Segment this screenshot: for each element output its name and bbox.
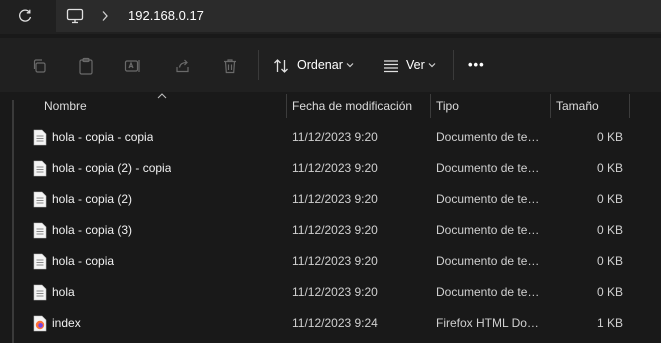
file-name[interactable]: hola - copia — [52, 254, 114, 268]
column-divider[interactable] — [629, 94, 630, 118]
file-row[interactable]: hola - copia (3) 11/12/2023 9:20 Documen… — [20, 215, 640, 246]
column-divider[interactable] — [430, 94, 431, 118]
file-name[interactable]: hola - copia (3) — [52, 223, 132, 237]
column-name[interactable]: Nombre — [44, 99, 87, 113]
file-row[interactable]: hola - copia - copia 11/12/2023 9:20 Doc… — [20, 122, 640, 153]
file-name[interactable]: hola — [52, 285, 75, 299]
file-type: Documento de texto — [436, 285, 542, 299]
file-row[interactable]: index 11/12/2023 9:24 Firefox HTML Docum… — [20, 308, 640, 339]
file-type: Documento de texto — [436, 223, 542, 237]
file-name[interactable]: hola - copia - copia — [52, 130, 153, 144]
file-size: 0 KB — [596, 161, 623, 175]
file-size: 0 KB — [596, 285, 623, 299]
column-type[interactable]: Tipo — [436, 99, 459, 113]
file-type: Documento de texto — [436, 130, 542, 144]
address-path[interactable]: 192.168.0.17 — [128, 8, 204, 23]
computer-icon[interactable] — [64, 6, 86, 26]
share-icon[interactable] — [172, 55, 194, 77]
file-date: 11/12/2023 9:20 — [292, 192, 378, 206]
file-type: Firefox HTML Document — [436, 316, 542, 330]
file-size: 0 KB — [596, 192, 623, 206]
chevron-right-icon[interactable] — [97, 6, 113, 26]
file-size: 1 KB — [596, 316, 623, 330]
copy-icon[interactable] — [28, 55, 50, 77]
view-button-label[interactable]: Ver — [406, 58, 425, 72]
column-divider[interactable] — [286, 94, 287, 118]
column-size[interactable]: Tamaño — [556, 99, 599, 113]
delete-icon[interactable] — [219, 55, 241, 77]
file-type: Documento de texto — [436, 254, 542, 268]
file-size: 0 KB — [596, 130, 623, 144]
file-size: 0 KB — [596, 223, 623, 237]
rename-icon[interactable] — [122, 55, 144, 77]
refresh-icon[interactable] — [14, 6, 36, 26]
file-row[interactable]: hola - copia (2) 11/12/2023 9:20 Documen… — [20, 184, 640, 215]
file-row[interactable]: hola 11/12/2023 9:20 Documento de texto … — [20, 277, 640, 308]
sort-chevron-down-icon[interactable] — [344, 58, 356, 72]
file-row[interactable]: hola - copia (2) - copia 11/12/2023 9:20… — [20, 153, 640, 184]
file-date: 11/12/2023 9:20 — [292, 130, 378, 144]
text-file-icon — [33, 191, 47, 211]
file-date: 11/12/2023 9:20 — [292, 161, 378, 175]
toolbar-separator — [453, 50, 454, 80]
toolbar-separator — [258, 50, 259, 80]
sort-asc-chevron-icon — [156, 92, 168, 100]
file-name[interactable]: index — [52, 316, 81, 330]
navigation-pane-edge — [12, 100, 14, 343]
text-file-icon — [33, 284, 47, 304]
text-file-icon — [33, 222, 47, 242]
file-date: 11/12/2023 9:24 — [292, 316, 378, 330]
sort-icon[interactable] — [270, 55, 292, 77]
file-date: 11/12/2023 9:20 — [292, 254, 378, 268]
more-options-button[interactable]: ••• — [468, 57, 485, 72]
file-size: 0 KB — [596, 254, 623, 268]
file-date: 11/12/2023 9:20 — [292, 223, 378, 237]
column-divider[interactable] — [550, 94, 551, 118]
view-chevron-down-icon[interactable] — [426, 58, 438, 72]
file-name[interactable]: hola - copia (2) — [52, 192, 132, 206]
text-file-icon — [33, 160, 47, 180]
file-type: Documento de texto — [436, 161, 542, 175]
paste-icon[interactable] — [75, 55, 97, 77]
file-date: 11/12/2023 9:20 — [292, 285, 378, 299]
text-file-icon — [33, 129, 47, 149]
file-name[interactable]: hola - copia (2) - copia — [52, 161, 171, 175]
text-file-icon — [33, 253, 47, 273]
sort-button-label[interactable]: Ordenar — [297, 58, 343, 72]
column-date[interactable]: Fecha de modificación — [292, 99, 412, 113]
view-icon[interactable] — [380, 55, 402, 77]
firefox-html-icon — [33, 315, 47, 335]
file-row[interactable]: hola - copia 11/12/2023 9:20 Documento d… — [20, 246, 640, 277]
file-type: Documento de texto — [436, 192, 542, 206]
